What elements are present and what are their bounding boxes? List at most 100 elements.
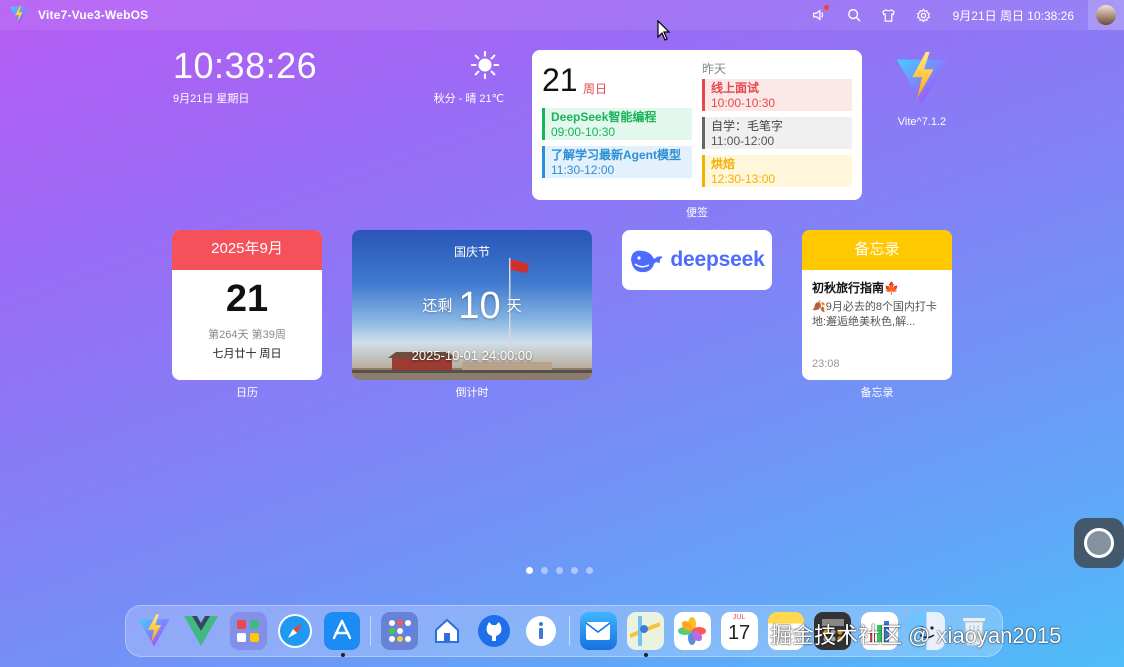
schedule-event[interactable]: 烘焙 12:30-13:00 (702, 155, 852, 187)
memo-title: 初秋旅行指南🍁 (812, 281, 899, 295)
mouse-cursor-icon (657, 20, 671, 41)
calendar-day-info: 第264天 第39周 (208, 329, 286, 341)
countdown-suffix: 天 (506, 297, 522, 315)
deepseek-whale-icon (631, 250, 664, 273)
deepseek-widget[interactable]: deepseek (622, 230, 772, 290)
schedule-event[interactable]: 了解学习最新Agent模型 11:30-12:00 (542, 146, 692, 178)
clock-widget: 10:38:26 9月21日 星期日 (173, 46, 317, 106)
notification-dot (823, 5, 829, 10)
clock-date: 9月21日 星期日 (173, 93, 250, 105)
launchpad-icon (388, 620, 411, 642)
dock-item-safari[interactable] (277, 612, 314, 650)
dock-item-launchpad[interactable] (381, 612, 419, 650)
dock-item-info[interactable] (522, 612, 559, 650)
schedule-day: 21 (542, 62, 578, 98)
dock-item-calendar[interactable]: JUL 17 (720, 612, 758, 650)
dock-item-app-store[interactable] (323, 612, 361, 657)
dock-item-vue[interactable] (183, 612, 220, 650)
assistive-touch-icon (1084, 528, 1114, 558)
memo-widget[interactable]: 备忘录 初秋旅行指南🍁 🍂9月必去的8个国内打卡地:邂逅绝美秋色,解... 23… (802, 230, 952, 380)
schedule-weekday: 周日 (583, 82, 608, 96)
calendar-icon-day: 17 (727, 622, 751, 644)
schedule-yesterday-label: 昨天 (702, 62, 727, 76)
watermark: 掘金技术社区 @ xiaoyan2015 (770, 623, 1062, 648)
mail-icon (585, 622, 611, 640)
deepseek-wordmark: deepseek (670, 248, 765, 271)
memo-time: 23:08 (812, 358, 840, 370)
dock-item-vite[interactable] (136, 612, 173, 650)
safari-icon (278, 614, 313, 648)
page-dot[interactable] (556, 567, 563, 574)
dock-item-github[interactable] (475, 612, 512, 650)
event-time: 12:30-13:00 (711, 172, 776, 186)
weather-text: 秋分 - 晴 21℃ (433, 93, 504, 105)
event-title: 了解学习最新Agent模型 (551, 148, 681, 162)
dock-separator (370, 616, 372, 646)
memo-body: 🍂9月必去的8个国内打卡地:邂逅绝美秋色,解... (812, 301, 937, 328)
assistive-touch-button[interactable] (1074, 518, 1124, 568)
gear-icon[interactable] (916, 7, 932, 23)
schedule-event[interactable]: 自学：毛笔字 11:00-12:00 (702, 117, 852, 149)
event-title: 自学：毛笔字 (711, 119, 784, 133)
dock-item-mail[interactable] (579, 612, 617, 650)
info-icon (525, 616, 556, 646)
event-title: 烘焙 (711, 157, 736, 171)
memo-widget-label: 备忘录 (860, 387, 894, 399)
event-time: 11:00-12:00 (711, 134, 775, 148)
schedule-widget-label: 便签 (686, 207, 708, 219)
app-store-icon (332, 619, 352, 640)
app-folder-icon (237, 620, 260, 642)
clock-time: 10:38:26 (173, 45, 318, 86)
dock-item-app-folder[interactable] (229, 612, 267, 650)
calendar-icon-month: JUL (732, 614, 746, 621)
running-indicator (643, 653, 648, 657)
page-indicator (526, 567, 593, 574)
calendar-widget-label: 日历 (236, 387, 258, 399)
avatar-image (1096, 5, 1116, 25)
schedule-event[interactable]: 线上面试 10:00-10:30 (702, 79, 852, 111)
countdown-number: 10 (458, 285, 501, 327)
user-avatar[interactable] (1088, 0, 1124, 30)
event-title: 线上面试 (711, 81, 760, 95)
countdown-prefix: 还剩 (422, 297, 453, 315)
calendar-lunar-date: 七月廿十 周日 (212, 348, 282, 360)
vite-icon (138, 614, 171, 647)
dock-item-home[interactable] (428, 612, 465, 650)
event-time: 10:00-10:30 (711, 96, 776, 110)
event-time: 11:30-12:00 (551, 163, 615, 177)
home-icon (434, 618, 459, 643)
vite-icon (896, 51, 948, 105)
countdown-festival: 国庆节 (453, 245, 490, 259)
page-dot[interactable] (571, 567, 578, 574)
volume-icon[interactable] (811, 5, 829, 23)
countdown-remaining: 还剩 10 天 (352, 285, 592, 328)
calendar-day: 21 (225, 278, 269, 320)
top-menu-bar: Vite7-Vue3-WebOS 9月21日 周日 10:38:26 (0, 0, 1124, 30)
page-dot[interactable] (541, 567, 548, 574)
running-indicator (340, 653, 345, 657)
calendar-widget[interactable]: 2025年9月 21 第264天 第39周 七月廿十 周日 (172, 230, 322, 380)
menu-bar-clock[interactable]: 9月21日 周日 10:38:26 (953, 7, 1074, 24)
schedule-event[interactable]: DeepSeek智能编程 09:00-10:30 (542, 108, 692, 140)
dock-item-maps[interactable] (626, 612, 664, 657)
search-icon[interactable] (846, 7, 862, 23)
vite-app-label: Vite^7.1.2 (897, 116, 947, 128)
github-icon (477, 615, 510, 647)
dock-item-photos[interactable] (673, 612, 711, 650)
countdown-target-date: 2025-10-01 24:00:00 (411, 348, 533, 363)
os-title: Vite7-Vue3-WebOS (38, 8, 149, 22)
event-time: 09:00-10:30 (551, 125, 616, 139)
page-dot[interactable] (526, 567, 533, 574)
vite-app-shortcut[interactable]: Vite^7.1.2 (888, 50, 956, 128)
page-dot[interactable] (586, 567, 593, 574)
vite-logo-icon[interactable] (8, 4, 30, 26)
shirt-icon[interactable] (881, 7, 897, 23)
calendar-month-header: 2025年9月 (172, 230, 322, 270)
countdown-widget-label: 倒计时 (455, 387, 489, 399)
maps-icon (630, 616, 661, 646)
schedule-widget[interactable]: 21 周日 昨天 DeepSeek智能编程 09:00-10:30 了解学习最新… (532, 50, 862, 200)
countdown-widget[interactable]: 国庆节 还剩 10 天 2025-10-01 24:00:00 (352, 230, 592, 380)
dock-separator (568, 616, 570, 646)
vue-icon (184, 616, 219, 646)
memo-header: 备忘录 (802, 230, 952, 270)
